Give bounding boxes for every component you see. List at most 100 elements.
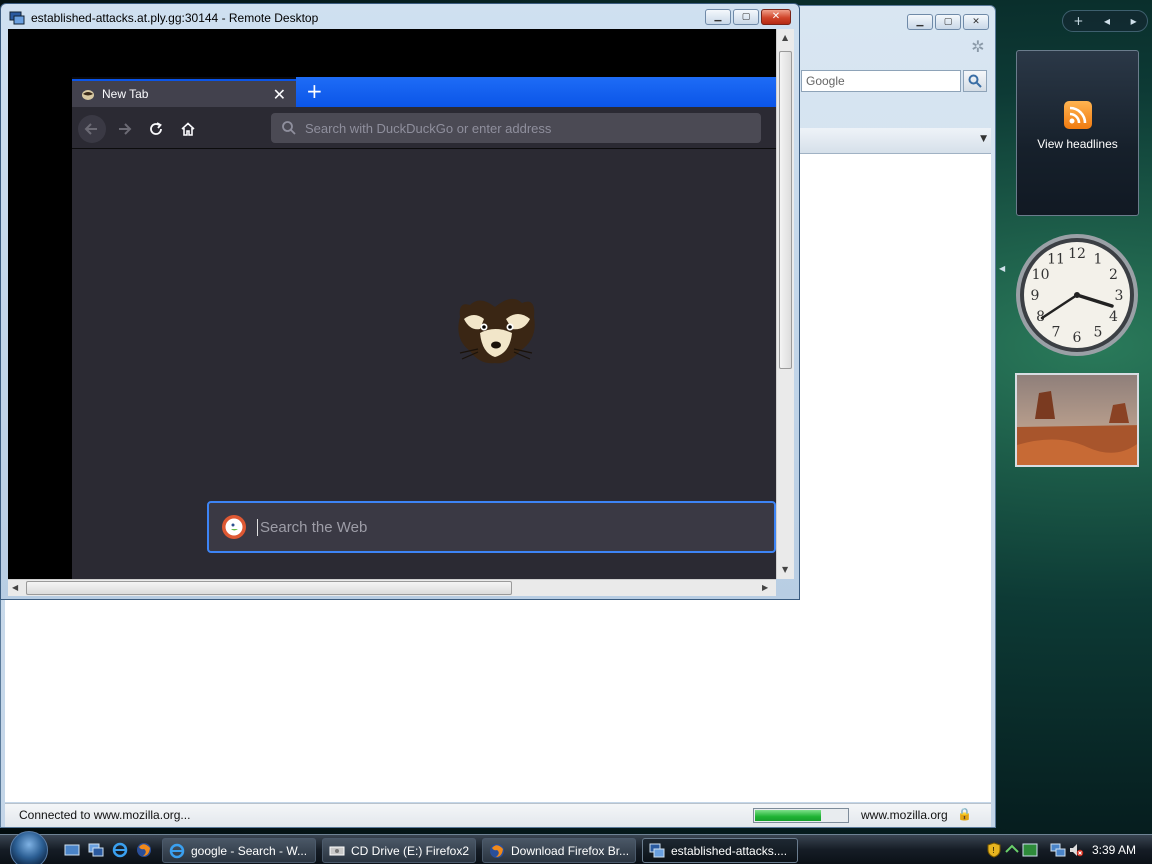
- task-download-firefox[interactable]: Download Firefox Br...: [482, 838, 636, 863]
- status-domain: www.mozilla.org: [861, 808, 948, 822]
- background-search-box: Google: [801, 70, 987, 92]
- background-search-input[interactable]: Google: [801, 70, 961, 92]
- vertical-scroll-thumb[interactable]: [779, 51, 792, 369]
- remote-desktop-caption-buttons: ▁ ▢ ✕: [705, 9, 791, 25]
- svg-text:!: !: [993, 846, 995, 855]
- feed-label: View headlines: [1037, 137, 1118, 151]
- task-cd-drive[interactable]: CD Drive (E:) Firefox2: [322, 838, 476, 863]
- taskbar-clock[interactable]: 3:39 AM: [1092, 843, 1136, 857]
- tab-favicon-icon: [82, 90, 94, 100]
- navigation-toolbar: Search with DuckDuckGo or enter address: [72, 107, 776, 149]
- clock-numeral: 4: [1109, 309, 1118, 325]
- clock-numeral: 9: [1031, 288, 1040, 304]
- internet-explorer-icon[interactable]: [112, 842, 128, 858]
- scroll-up-icon[interactable]: ▲: [782, 33, 788, 42]
- throbber-icon: ✲: [971, 37, 985, 56]
- scroll-right-icon[interactable]: ▶: [762, 583, 768, 592]
- start-button[interactable]: [10, 831, 48, 864]
- remote-desktop-window[interactable]: established-attacks.at.ply.gg:30144 - Re…: [0, 3, 800, 600]
- clock-numeral: 10: [1032, 267, 1050, 283]
- forward-arrow-icon: [119, 123, 132, 135]
- rss-icon: [1063, 101, 1092, 129]
- search-the-web-input[interactable]: Search the Web: [257, 518, 367, 536]
- back-button[interactable]: [78, 115, 106, 143]
- remote-desktop-titlebar[interactable]: established-attacks.at.ply.gg:30144 - Re…: [1, 4, 799, 30]
- tab-strip-accent: [296, 77, 776, 107]
- remote-firefox-window: New Tab ✕ + Search with DuckDuckGo or en…: [72, 77, 776, 579]
- cd-drive-icon: [329, 846, 345, 855]
- window-title: established-attacks.at.ply.gg:30144 - Re…: [31, 11, 319, 25]
- vertical-scrollbar[interactable]: ▲ ▼: [776, 29, 794, 579]
- clock-numeral: 3: [1115, 288, 1124, 304]
- minimize-button[interactable]: ▁: [907, 14, 933, 30]
- task-remote-desktop[interactable]: established-attacks....: [642, 838, 798, 863]
- remote-session-view[interactable]: New Tab ✕ + Search with DuckDuckGo or en…: [8, 29, 776, 579]
- clock-gadget: 12 1234567891011: [1016, 234, 1138, 356]
- switch-windows-icon[interactable]: [88, 842, 104, 858]
- next-icon[interactable]: ▸: [1131, 14, 1137, 28]
- desert-photo: [1017, 375, 1137, 465]
- clock-numeral: 5: [1094, 324, 1103, 340]
- forward-button[interactable]: [110, 115, 138, 143]
- task-google-search[interactable]: google - Search - W...: [162, 838, 316, 863]
- clock-numeral: 11: [1047, 252, 1065, 268]
- close-button[interactable]: ✕: [761, 9, 791, 25]
- internet-explorer-icon: [169, 843, 185, 858]
- minimize-button[interactable]: ▁: [705, 9, 731, 25]
- task-label: established-attacks....: [671, 843, 788, 858]
- new-tab-button[interactable]: +: [306, 80, 323, 102]
- previous-icon[interactable]: ◂: [1104, 14, 1110, 28]
- horizontal-scrollbar[interactable]: ◀ ▶: [8, 579, 776, 596]
- scroll-left-icon[interactable]: ◀: [12, 583, 18, 592]
- clock-numeral: 6: [1073, 330, 1082, 346]
- task-label: CD Drive (E:) Firefox2: [351, 843, 470, 858]
- progress-fill: [755, 810, 822, 821]
- search-button[interactable]: [963, 70, 987, 92]
- address-bar-placeholder: Search with DuckDuckGo or enter address: [305, 120, 552, 136]
- home-icon: [181, 122, 195, 136]
- security-shield-icon[interactable]: !: [986, 842, 1002, 858]
- maximize-button[interactable]: ▢: [935, 14, 961, 30]
- windows-update-icon[interactable]: [1022, 842, 1038, 858]
- remote-desktop-icon: [9, 11, 25, 25]
- show-desktop-icon[interactable]: [64, 842, 80, 858]
- close-tab-icon[interactable]: ✕: [273, 85, 286, 105]
- firefox-icon: [490, 843, 504, 858]
- slideshow-gadget[interactable]: [1015, 373, 1139, 467]
- taskbar: google - Search - W... CD Drive (E:) Fir…: [0, 831, 1152, 864]
- sidebar-controls: + ◂ ▸: [1062, 10, 1148, 32]
- maximize-button[interactable]: ▢: [733, 9, 759, 25]
- firefox-icon[interactable]: [136, 842, 152, 858]
- scroll-down-icon[interactable]: ▼: [782, 565, 788, 574]
- magnifier-icon: [968, 74, 982, 88]
- new-tab-page: Search the Web: [72, 149, 776, 579]
- network-icon[interactable]: [1050, 842, 1066, 858]
- progress-bar: [753, 808, 849, 823]
- task-label: google - Search - W...: [191, 843, 308, 858]
- feed-headlines-gadget[interactable]: View headlines: [1016, 50, 1139, 216]
- task-label: Download Firefox Br...: [511, 843, 630, 858]
- address-bar[interactable]: Search with DuckDuckGo or enter address: [271, 113, 761, 143]
- safely-remove-icon[interactable]: [1004, 842, 1020, 858]
- sidebar-arrow-icon[interactable]: ◀: [999, 264, 1005, 273]
- add-gadget-icon[interactable]: +: [1073, 14, 1083, 28]
- reload-button[interactable]: [142, 115, 170, 143]
- duckduckgo-search-field[interactable]: Search the Web: [207, 501, 776, 553]
- close-button[interactable]: ✕: [963, 14, 989, 30]
- tab-list-dropdown-icon[interactable]: ▼: [980, 134, 987, 144]
- tab-title: New Tab: [102, 87, 149, 101]
- duckduckgo-icon: [222, 515, 246, 539]
- status-text: Connected to www.mozilla.org...: [19, 808, 191, 822]
- home-button[interactable]: [174, 115, 202, 143]
- lock-icon: 🔒: [957, 807, 972, 821]
- back-arrow-icon: [84, 123, 97, 135]
- volume-muted-icon[interactable]: [1068, 842, 1084, 858]
- tab-new-tab[interactable]: New Tab ✕: [72, 79, 296, 107]
- status-bar: Connected to www.mozilla.org... www.mozi…: [5, 803, 991, 827]
- horizontal-scroll-thumb[interactable]: [26, 581, 512, 595]
- background-window-caption-buttons: ▁ ▢ ✕: [907, 14, 989, 30]
- clock-numeral: 12: [1068, 246, 1086, 262]
- clock-numeral: 7: [1052, 324, 1061, 340]
- reload-icon: [150, 122, 162, 135]
- tab-strip: New Tab ✕ +: [72, 77, 776, 107]
